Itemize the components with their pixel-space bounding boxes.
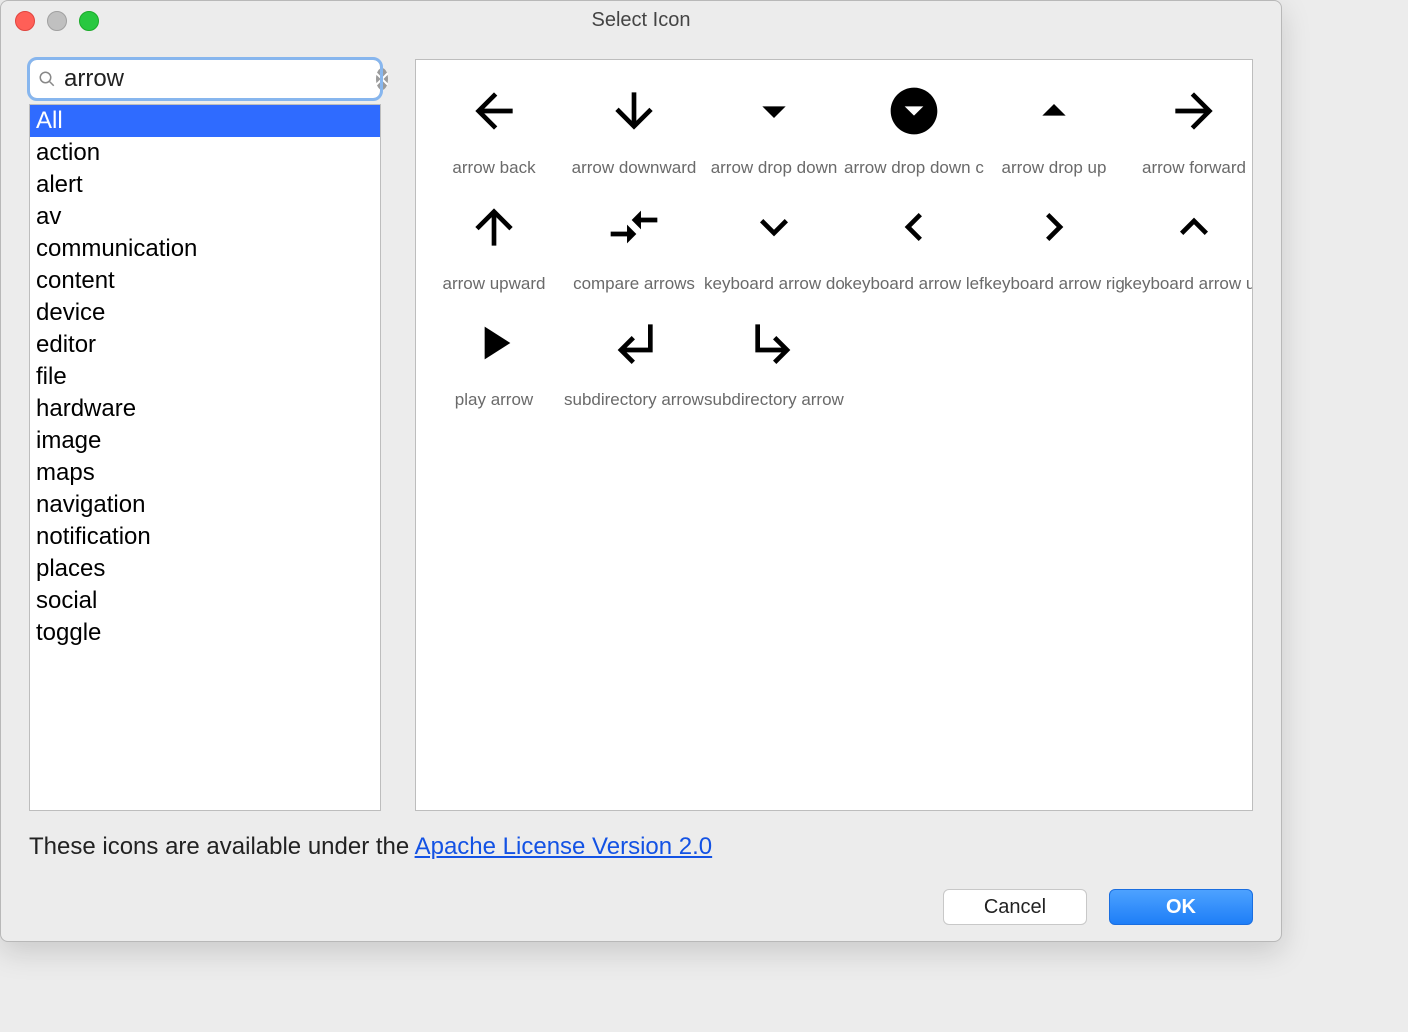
icon-label: arrow upward xyxy=(424,274,564,296)
play-arrow-icon xyxy=(424,296,564,390)
close-window-button[interactable] xyxy=(15,11,35,31)
dialog-window: Select Icon Allactionalertavcommunicatio… xyxy=(0,0,1282,942)
zoom-window-button[interactable] xyxy=(79,11,99,31)
sidebar: Allactionalertavcommunicationcontentdevi… xyxy=(29,59,381,811)
icon-label: arrow drop up xyxy=(984,158,1124,180)
icon-cell[interactable]: arrow forward xyxy=(1124,64,1253,180)
icon-label: keyboard arrow right xyxy=(984,274,1124,296)
icon-cell[interactable]: arrow upward xyxy=(424,180,564,296)
icon-cell[interactable]: arrow drop down circle xyxy=(844,64,984,180)
icon-label: arrow forward xyxy=(1124,158,1253,180)
icon-cell[interactable]: compare arrows xyxy=(564,180,704,296)
icon-cell[interactable]: subdirectory arrow left xyxy=(564,296,704,412)
icon-cell[interactable]: arrow drop down xyxy=(704,64,844,180)
category-item[interactable]: action xyxy=(30,137,380,169)
icon-cell[interactable]: subdirectory arrow right xyxy=(704,296,844,412)
category-item[interactable]: editor xyxy=(30,329,380,361)
arrow-drop-down-icon xyxy=(704,64,844,158)
icon-label: compare arrows xyxy=(564,274,704,296)
compare-arrows-icon xyxy=(564,180,704,274)
keyboard-arrow-left-icon xyxy=(844,180,984,274)
category-item[interactable]: maps xyxy=(30,457,380,489)
dialog-buttons: Cancel OK xyxy=(29,889,1253,925)
cancel-button[interactable]: Cancel xyxy=(943,889,1087,925)
icon-label: subdirectory arrow right xyxy=(704,390,844,412)
category-item[interactable]: image xyxy=(30,425,380,457)
arrow-upward-icon xyxy=(424,180,564,274)
category-item[interactable]: places xyxy=(30,553,380,585)
category-item[interactable]: toggle xyxy=(30,617,380,649)
icon-cell[interactable]: keyboard arrow up xyxy=(1124,180,1253,296)
window-title: Select Icon xyxy=(592,9,691,31)
category-item[interactable]: content xyxy=(30,265,380,297)
keyboard-arrow-down-icon xyxy=(704,180,844,274)
minimize-window-button[interactable] xyxy=(47,11,67,31)
license-link[interactable]: Apache License Version 2.0 xyxy=(415,833,713,860)
category-item[interactable]: communication xyxy=(30,233,380,265)
category-item[interactable]: hardware xyxy=(30,393,380,425)
icon-label: arrow drop down circle xyxy=(844,158,984,180)
category-item[interactable]: av xyxy=(30,201,380,233)
ok-button[interactable]: OK xyxy=(1109,889,1253,925)
content-area: Allactionalertavcommunicationcontentdevi… xyxy=(29,59,1253,811)
subdirectory-arrow-right-icon xyxy=(704,296,844,390)
category-item[interactable]: navigation xyxy=(30,489,380,521)
keyboard-arrow-up-icon xyxy=(1124,180,1253,274)
arrow-drop-up-icon xyxy=(984,64,1124,158)
window-controls xyxy=(15,11,99,31)
icon-cell[interactable]: keyboard arrow left xyxy=(844,180,984,296)
icon-label: keyboard arrow up xyxy=(1124,274,1253,296)
icon-cell[interactable]: arrow downward xyxy=(564,64,704,180)
search-icon xyxy=(38,70,56,88)
icon-label: arrow downward xyxy=(564,158,704,180)
search-field-wrapper[interactable] xyxy=(29,59,381,99)
subdirectory-arrow-left-icon xyxy=(564,296,704,390)
icon-label: arrow drop down xyxy=(704,158,844,180)
icon-grid: arrow backarrow downwardarrow drop downa… xyxy=(416,60,1252,416)
category-list[interactable]: Allactionalertavcommunicationcontentdevi… xyxy=(29,104,381,811)
category-item[interactable]: alert xyxy=(30,169,380,201)
arrow-forward-icon xyxy=(1124,64,1253,158)
arrow-back-icon xyxy=(424,64,564,158)
category-item[interactable]: All xyxy=(30,105,380,137)
icon-label: subdirectory arrow left xyxy=(564,390,704,412)
search-input[interactable] xyxy=(62,64,376,94)
icon-cell[interactable]: arrow back xyxy=(424,64,564,180)
arrow-drop-down-circle-icon xyxy=(844,64,984,158)
icon-grid-panel: arrow backarrow downwardarrow drop downa… xyxy=(415,59,1253,811)
icon-cell[interactable]: arrow drop up xyxy=(984,64,1124,180)
clear-search-icon[interactable] xyxy=(376,68,388,90)
icon-cell[interactable]: keyboard arrow right xyxy=(984,180,1124,296)
titlebar: Select Icon xyxy=(1,1,1281,39)
category-item[interactable]: social xyxy=(30,585,380,617)
icon-label: keyboard arrow left xyxy=(844,274,984,296)
category-item[interactable]: notification xyxy=(30,521,380,553)
icon-cell[interactable]: keyboard arrow down xyxy=(704,180,844,296)
icon-label: arrow back xyxy=(424,158,564,180)
license-text: These icons are available under the Apac… xyxy=(29,833,1253,861)
category-item[interactable]: file xyxy=(30,361,380,393)
arrow-downward-icon xyxy=(564,64,704,158)
keyboard-arrow-right-icon xyxy=(984,180,1124,274)
icon-label: play arrow xyxy=(424,390,564,412)
icon-label: keyboard arrow down xyxy=(704,274,844,296)
category-item[interactable]: device xyxy=(30,297,380,329)
icon-cell[interactable]: play arrow xyxy=(424,296,564,412)
footer: These icons are available under the Apac… xyxy=(29,833,1253,925)
license-prefix: These icons are available under the xyxy=(29,833,415,860)
